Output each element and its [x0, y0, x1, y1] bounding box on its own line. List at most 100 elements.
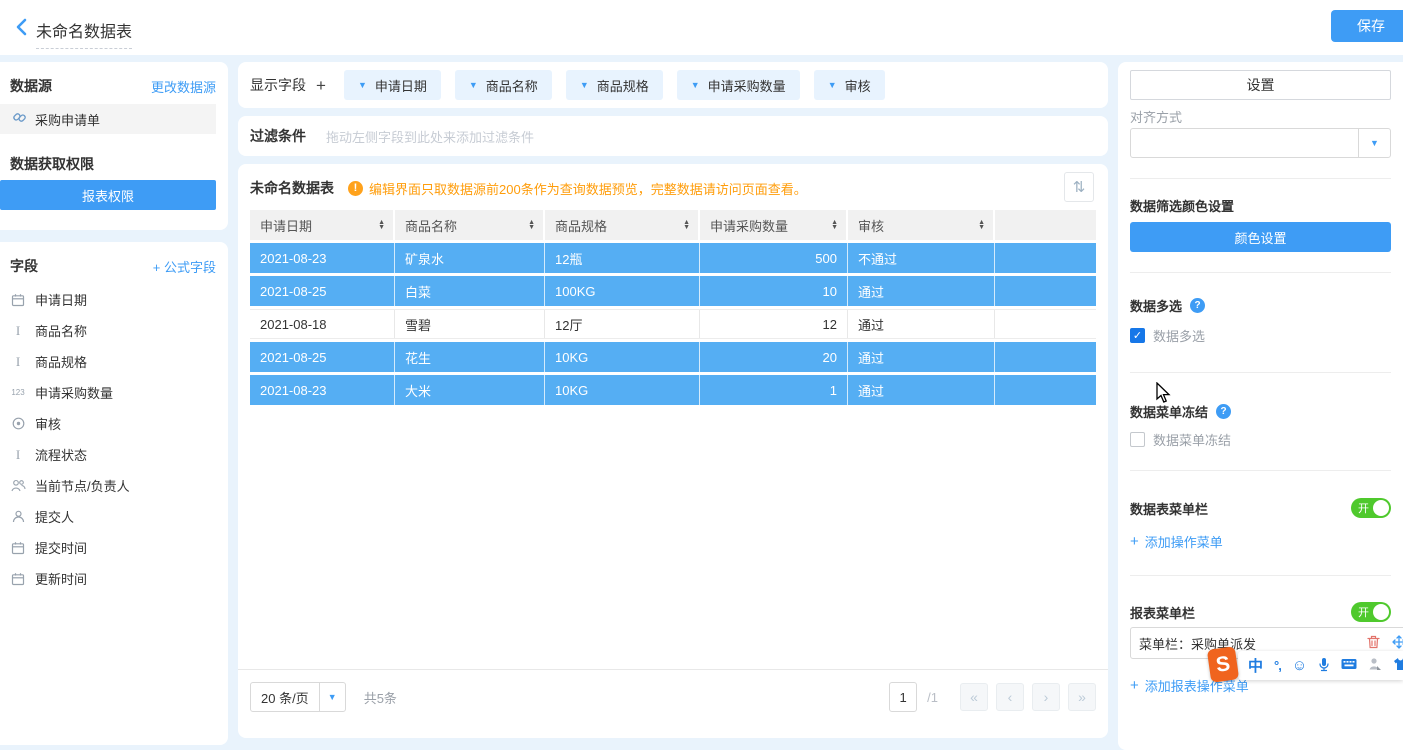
change-datasource-link[interactable]: 更改数据源: [151, 77, 216, 96]
field-list-item[interactable]: 申请日期: [10, 284, 220, 315]
sogou-logo-icon[interactable]: S: [1207, 646, 1239, 683]
emoji-icon[interactable]: ☺: [1292, 657, 1307, 674]
sort-arrows-icon[interactable]: ▲▼: [831, 220, 838, 230]
current-page-input[interactable]: 1: [889, 682, 917, 712]
skin-icon[interactable]: [1393, 657, 1403, 674]
ime-punctuation-icon[interactable]: °,: [1274, 658, 1281, 673]
chip-label: 商品名称: [486, 76, 538, 95]
formula-field-link[interactable]: + 公式字段: [153, 257, 216, 276]
align-select[interactable]: ▼: [1130, 128, 1391, 158]
field-list-item[interactable]: 更新时间: [10, 563, 220, 594]
field-label: 当前节点/负责人: [35, 476, 130, 495]
column-header-label: 申请日期: [260, 216, 312, 235]
display-fields-label: 显示字段: [250, 75, 306, 95]
menu-freeze-option: 数据菜单冻结: [1130, 430, 1391, 449]
datasource-title: 数据源: [10, 76, 52, 96]
display-field-chip[interactable]: ▼ 商品名称: [455, 70, 552, 100]
table-row[interactable]: 2021-08-23大米10KG1通过: [250, 375, 1096, 405]
display-field-chip[interactable]: ▼商品规格: [566, 70, 663, 100]
table-row[interactable]: 2021-08-18雪碧12厅12通过: [250, 309, 1096, 339]
filter-bar: 过滤条件 拖动左侧字段到此处来添加过滤条件: [238, 116, 1108, 156]
field-list-item[interactable]: 当前节点/负责人: [10, 470, 220, 501]
field-list-item[interactable]: 提交人: [10, 501, 220, 532]
settings-tab[interactable]: 设置: [1130, 70, 1391, 100]
filter-dropzone[interactable]: 拖动左侧字段到此处来添加过滤条件: [326, 127, 534, 146]
table-cell-empty: [995, 310, 1096, 338]
column-header[interactable]: 申请日期 ▲▼: [250, 210, 395, 240]
keyboard-icon[interactable]: [1341, 658, 1357, 673]
divider: [1130, 178, 1391, 179]
column-header[interactable]: 审核▲▼: [848, 210, 995, 240]
warning-icon: !: [348, 181, 363, 196]
add-action-menu-link[interactable]: + 添加操作菜单: [1130, 532, 1391, 551]
help-icon[interactable]: ?: [1190, 298, 1205, 313]
table-cell: 通过: [848, 276, 995, 306]
handwriting-icon[interactable]: [1368, 657, 1382, 674]
calendar-icon: [10, 572, 26, 586]
sort-arrows-icon[interactable]: ▲▼: [528, 220, 535, 230]
last-page-button[interactable]: »: [1068, 683, 1096, 711]
table-cell: 通过: [848, 375, 995, 405]
report-menu-toggle[interactable]: 开: [1351, 602, 1391, 622]
sort-arrows-icon[interactable]: ▲▼: [378, 220, 385, 230]
trash-icon[interactable]: [1367, 635, 1380, 652]
field-label: 申请采购数量: [35, 383, 113, 402]
first-page-button[interactable]: «: [960, 683, 988, 711]
field-label: 提交人: [35, 507, 74, 526]
table-row[interactable]: 2021-08-25白菜100KG10通过: [250, 276, 1096, 306]
add-display-field-button[interactable]: +: [316, 77, 326, 94]
table-cell: 10KG: [545, 375, 700, 405]
field-list-item[interactable]: I流程状态: [10, 439, 220, 470]
table-row[interactable]: 2021-08-23矿泉水12瓶500不通过: [250, 243, 1096, 273]
chevron-down-icon: ▼: [469, 80, 478, 90]
filter-label: 过滤条件: [250, 126, 306, 146]
chevron-down-icon: ▼: [691, 80, 700, 90]
menu-freeze-checkbox[interactable]: [1130, 432, 1145, 447]
back-icon[interactable]: [10, 15, 34, 39]
field-list-item[interactable]: 123申请采购数量: [10, 377, 220, 408]
calendar-icon: [10, 293, 26, 307]
table-menu-toggle[interactable]: 开: [1351, 498, 1391, 518]
table-cell-empty: [995, 342, 1096, 372]
table-cell: 2021-08-23: [250, 243, 395, 273]
column-header[interactable]: 商品名称▲▼: [395, 210, 545, 240]
chevron-down-icon: ▼: [1358, 129, 1390, 157]
sort-arrows-icon[interactable]: ▲▼: [683, 220, 690, 230]
display-field-chip[interactable]: ▼申请采购数量: [677, 70, 800, 100]
ime-language-mode[interactable]: 中: [1248, 655, 1263, 676]
row-order-icon[interactable]: ⇅: [1064, 172, 1094, 202]
table-header-row: 申请日期▲▼商品名称▲▼商品规格▲▼申请采购数量▲▼审核▲▼: [250, 210, 1096, 240]
sort-arrows-icon[interactable]: ▲▼: [978, 220, 985, 230]
table-cell: 12: [700, 310, 848, 338]
table-cell: 通过: [848, 310, 995, 338]
divider: [1130, 470, 1391, 471]
column-header[interactable]: 商品规格▲▼: [545, 210, 700, 240]
page-title[interactable]: 未命名数据表: [36, 18, 132, 49]
person-icon: [10, 510, 26, 523]
display-fields-bar: 显示字段 + ▼申请日期▼商品名称▼商品规格▼申请采购数量▼审核: [238, 62, 1108, 108]
field-list-item[interactable]: I商品名称: [10, 315, 220, 346]
page-size-select[interactable]: 20 条/页 ▼: [250, 682, 346, 712]
microphone-icon[interactable]: [1318, 657, 1330, 675]
table-cell: 2021-08-25: [250, 276, 395, 306]
column-header[interactable]: 申请采购数量▲▼: [700, 210, 848, 240]
multi-select-checkbox[interactable]: ✓: [1130, 328, 1145, 343]
table-row[interactable]: 2021-08-25花生10KG20通过: [250, 342, 1096, 372]
table-menu-title: 数据表菜单栏: [1130, 499, 1208, 518]
color-settings-button[interactable]: 颜色设置: [1130, 222, 1391, 252]
multi-select-option: ✓ 数据多选: [1130, 326, 1391, 345]
display-field-chip[interactable]: ▼申请日期: [344, 70, 441, 100]
help-icon[interactable]: ?: [1216, 404, 1231, 419]
move-icon[interactable]: [1392, 635, 1403, 652]
field-list-item[interactable]: 提交时间: [10, 532, 220, 563]
display-field-chip[interactable]: ▼审核: [814, 70, 885, 100]
chip-label: 审核: [845, 76, 871, 95]
field-list-item[interactable]: I商品规格: [10, 346, 220, 377]
prev-page-button[interactable]: ‹: [996, 683, 1024, 711]
report-permission-button[interactable]: 报表权限: [0, 180, 216, 210]
field-list-item[interactable]: 审核: [10, 408, 220, 439]
pagination-bar: 20 条/页 ▼ 共5条 1 /1 « ‹ › »: [238, 669, 1108, 712]
next-page-button[interactable]: ›: [1032, 683, 1060, 711]
save-button[interactable]: 保存: [1331, 10, 1403, 42]
datasource-item[interactable]: 采购申请单: [0, 104, 216, 134]
